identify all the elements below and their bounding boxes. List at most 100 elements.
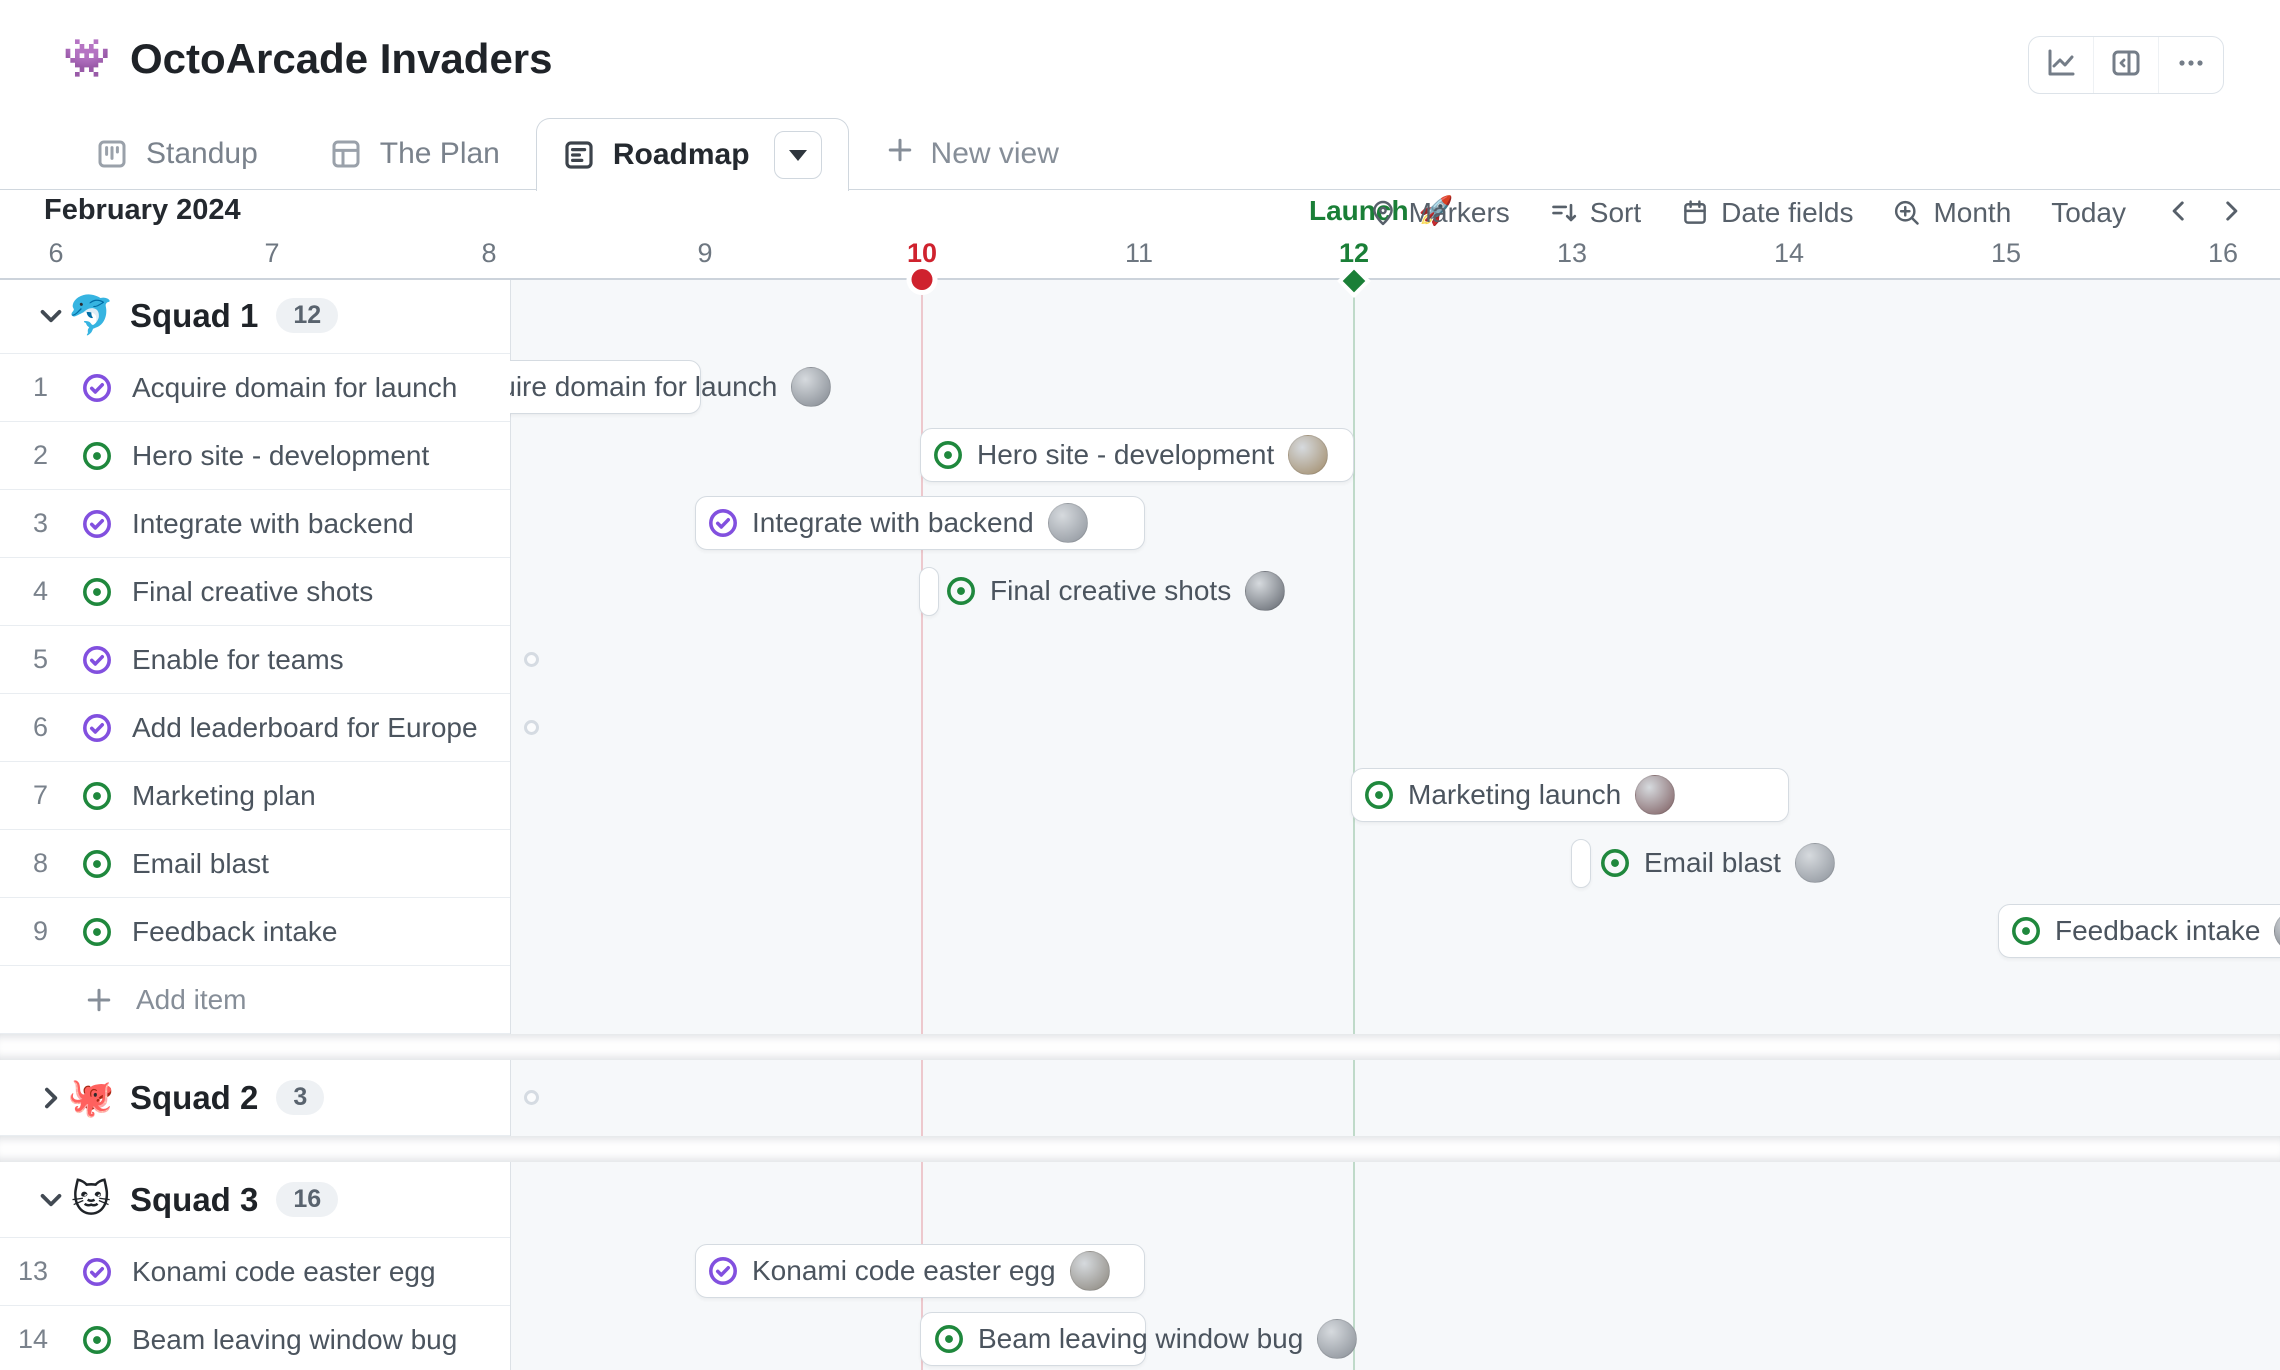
timeline-lane xyxy=(510,626,2280,694)
sidebar-item-13[interactable]: 13 Konami code easter egg xyxy=(0,1238,510,1306)
open-issue-icon xyxy=(1364,780,1394,810)
new-view-label: New view xyxy=(931,137,1059,171)
tab-label: Roadmap xyxy=(613,138,750,172)
timeline-point-pill[interactable] xyxy=(919,567,939,616)
row-number: 14 xyxy=(0,1324,48,1355)
sidebar-item-9[interactable]: 9Feedback intake xyxy=(0,898,510,966)
table-row: 7Marketing plan Marketing launch xyxy=(0,762,2280,830)
timeline-lane: Acquire domain for launch xyxy=(510,354,2280,422)
timeline-lane: Hero site - development xyxy=(510,422,2280,490)
toolbar-button-label: Month xyxy=(1933,197,2011,229)
graph-icon xyxy=(2045,47,2077,84)
visible-month-label: February 2024 xyxy=(44,194,241,227)
group-header-squad-3[interactable]: 🐱Squad 316 xyxy=(0,1162,510,1238)
new-view-button[interactable]: New view xyxy=(849,118,1095,190)
tab-the-plan[interactable]: The Plan xyxy=(294,118,536,190)
open-issue-icon xyxy=(1600,848,1630,878)
month-button[interactable]: Month xyxy=(1893,197,2011,229)
table-row: 1Acquire domain for launchAcquire domain… xyxy=(0,354,2280,422)
kebab-icon xyxy=(2175,47,2207,84)
timeline-bar[interactable]: Marketing launch xyxy=(1351,768,1789,822)
sidebar-item-8[interactable]: 8Email blast xyxy=(0,830,510,898)
day-label-9: 9 xyxy=(697,238,712,269)
no-dates-dot-icon xyxy=(524,1090,539,1105)
timeline-lane: Email blast xyxy=(510,830,2280,898)
group-emoji-icon: 🐬 xyxy=(66,291,116,341)
bar-title: Feedback intake xyxy=(2055,915,2260,947)
group-emoji-icon: 🐱 xyxy=(66,1175,116,1225)
sidebar-item-5[interactable]: 5Enable for teams xyxy=(0,626,510,694)
add-item-button[interactable]: Add item xyxy=(0,966,510,1034)
timeline-lane: Konami code easter egg xyxy=(510,1238,2280,1306)
toolbar-button-label: Sort xyxy=(1590,197,1641,229)
day-label-7: 7 xyxy=(264,238,279,269)
tab-roadmap[interactable]: Roadmap xyxy=(536,118,849,191)
sidebar-item-3[interactable]: 3 Integrate with backend xyxy=(0,490,510,558)
row-number: 2 xyxy=(0,440,48,471)
toolbar-button-label: Today xyxy=(2051,197,2126,229)
sort-button[interactable]: Sort xyxy=(1550,197,1641,229)
chevron-down-icon[interactable] xyxy=(36,1185,66,1215)
prev-page-button[interactable] xyxy=(2166,198,2192,229)
table-row: 3 Integrate with backend Integrate with ba… xyxy=(0,490,2280,558)
chevron-down-icon[interactable] xyxy=(36,301,66,331)
app-header: 👾 OctoArcade Invaders xyxy=(0,0,2280,120)
group-name: Squad 1 xyxy=(130,297,258,335)
item-title: Add leaderboard for Europe xyxy=(132,712,478,744)
group-header-squad-2[interactable]: 🐙Squad 23 xyxy=(0,1060,510,1136)
plus-icon xyxy=(84,985,114,1015)
timeline-bar[interactable]: Konami code easter egg xyxy=(695,1244,1145,1298)
timeline-bar-label: Email blast xyxy=(1600,836,1835,890)
add-item-label: Add item xyxy=(136,984,247,1016)
day-label-8: 8 xyxy=(481,238,496,269)
no-dates-dot-icon xyxy=(524,652,539,667)
open-issue-icon xyxy=(82,441,112,471)
closed-issue-icon xyxy=(82,713,112,743)
sidebar-item-2[interactable]: 2Hero site - development xyxy=(0,422,510,490)
assignee-avatar xyxy=(791,367,831,407)
timeline-bar[interactable]: Feedback intake xyxy=(1998,904,2280,958)
day-label-10: 10 xyxy=(907,238,937,269)
timeline-lane: Marketing launch xyxy=(510,762,2280,830)
insights-button[interactable] xyxy=(2029,37,2093,93)
sidebar-item-6[interactable]: 6Add leaderboard for Europe xyxy=(0,694,510,762)
timeline-bar[interactable]: Hero site - development xyxy=(920,428,1354,482)
bar-title: Integrate with backend xyxy=(752,507,1034,539)
project-emoji-icon: 👾 xyxy=(62,34,112,84)
assignee-avatar xyxy=(1635,775,1675,815)
date-fields-button[interactable]: Date fields xyxy=(1681,197,1853,229)
roadmap-board: 🐬Squad 1121Acquire domain for launchAcqu… xyxy=(0,278,2280,1370)
caret-down-icon xyxy=(789,150,807,161)
row-number: 13 xyxy=(0,1256,48,1287)
sidebar-item-14[interactable]: 14Beam leaving window bug xyxy=(0,1306,510,1370)
today-button[interactable]: Today xyxy=(2051,197,2126,229)
sidebar-item-1[interactable]: 1Acquire domain for launch xyxy=(0,354,510,422)
table-row: 6Add leaderboard for Europe xyxy=(0,694,2280,762)
collapse-panel-button[interactable] xyxy=(2093,37,2158,93)
row-number: 3 xyxy=(0,508,48,539)
tab-standup[interactable]: Standup xyxy=(60,118,294,190)
chevron-right-icon[interactable] xyxy=(36,1083,66,1113)
group-header-squad-1[interactable]: 🐬Squad 112 xyxy=(0,278,510,354)
header-action-group xyxy=(2028,36,2224,94)
view-menu-button[interactable] xyxy=(774,131,822,179)
open-issue-icon xyxy=(82,577,112,607)
today-dot-icon xyxy=(912,269,933,290)
closed-issue-icon xyxy=(82,1257,112,1287)
next-page-button[interactable] xyxy=(2218,198,2244,229)
timeline-bar-label: Acquire domain for launch xyxy=(510,360,831,414)
view-tab-bar: Standup The Plan Roadmap New view xyxy=(0,118,2280,190)
item-title: Konami code easter egg xyxy=(132,1256,436,1288)
tab-label: Standup xyxy=(146,137,258,171)
timeline-bar[interactable]: Integrate with backend xyxy=(695,496,1145,550)
sidebar-item-4[interactable]: 4Final creative shots xyxy=(0,558,510,626)
item-title: Email blast xyxy=(132,848,269,880)
timeline-point-pill[interactable] xyxy=(1571,839,1591,888)
sidebar-item-7[interactable]: 7Marketing plan xyxy=(0,762,510,830)
sort-icon xyxy=(1550,199,1578,227)
item-title: Integrate with backend xyxy=(132,508,414,540)
markers-button[interactable]: Markers xyxy=(1369,197,1510,229)
more-options-button[interactable] xyxy=(2158,37,2223,93)
day-label-6: 6 xyxy=(48,238,63,269)
closed-issue-icon xyxy=(708,508,738,538)
